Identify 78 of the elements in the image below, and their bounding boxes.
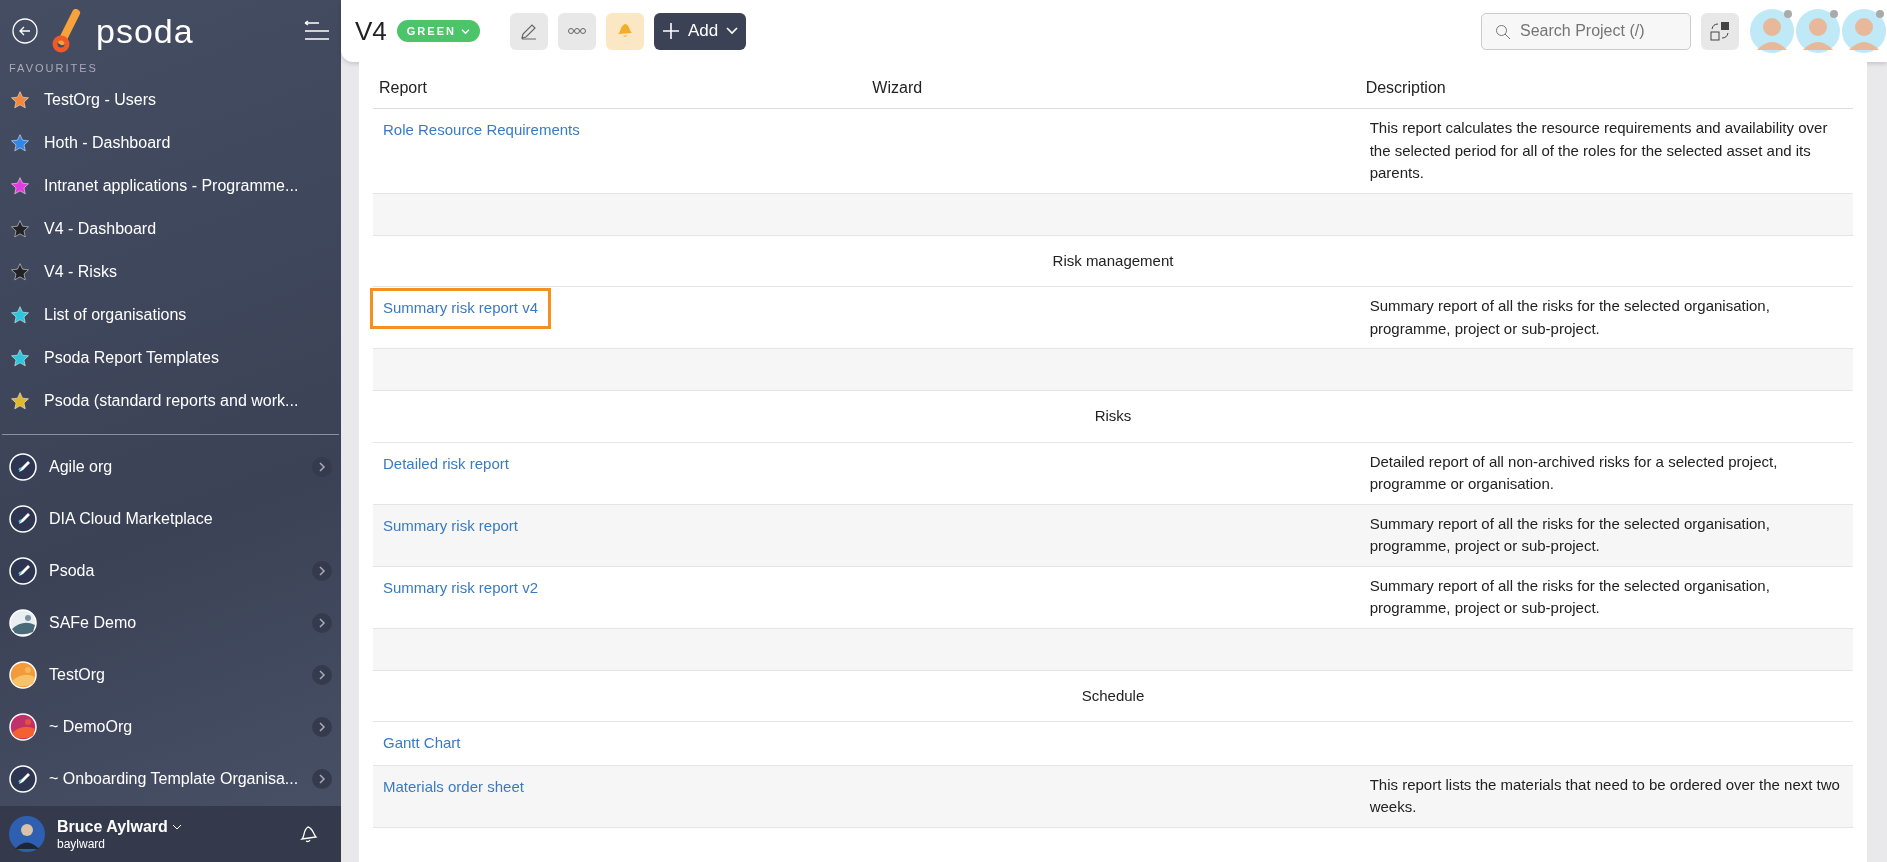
chevron-icon xyxy=(318,461,326,473)
favourite-link[interactable]: TestOrg - Users xyxy=(44,87,156,112)
expand-button[interactable] xyxy=(312,561,332,581)
report-link[interactable]: Detailed risk report xyxy=(383,450,509,477)
user-name[interactable]: Bruce Aylward xyxy=(57,816,183,837)
organisation-link[interactable]: SAFe Demo xyxy=(49,611,300,635)
brand-name: psoda xyxy=(96,10,194,52)
switch-icon xyxy=(1709,20,1731,42)
logo-icon xyxy=(52,9,82,53)
star-icon xyxy=(10,390,30,411)
search-field[interactable]: Search Project (/) xyxy=(1481,12,1691,50)
expand-button[interactable] xyxy=(312,613,332,633)
report-link[interactable]: Materials order sheet xyxy=(383,773,524,800)
avatar-icon[interactable] xyxy=(9,816,45,852)
more-icon xyxy=(567,27,587,35)
section-heading: Risks xyxy=(1094,407,1132,424)
chevron-icon xyxy=(318,773,326,785)
more-button[interactable] xyxy=(558,12,596,50)
star-icon xyxy=(10,347,30,368)
organisation-link[interactable]: ~ Onboarding Template Organisa... xyxy=(49,767,300,791)
report-description: Summary report of all the risks for the selected organisation, programme, project or sub-project. xyxy=(1369,576,1770,616)
report-link[interactable]: Summary risk report xyxy=(383,512,519,539)
star-icon xyxy=(10,304,30,325)
back-icon[interactable] xyxy=(12,18,38,44)
favourite-link[interactable]: Psoda Report Templates xyxy=(44,345,219,370)
report-link[interactable]: Summary risk report v2 xyxy=(383,574,539,601)
star-icon xyxy=(10,89,30,110)
caret-icon xyxy=(172,823,183,832)
report-description: Summary report of all the risks for the selected organisation, programme, project or sub-project. xyxy=(1369,297,1770,337)
plus-icon xyxy=(662,22,680,40)
edit-button[interactable] xyxy=(510,12,548,50)
switch-button[interactable] xyxy=(1701,12,1739,50)
organisation-link[interactable]: TestOrg xyxy=(49,663,300,687)
chevron-icon xyxy=(318,721,326,733)
star-icon xyxy=(10,132,30,153)
rocket-icon xyxy=(9,765,37,793)
organisation-link[interactable]: DIA Cloud Marketplace xyxy=(49,507,332,531)
expand-button[interactable] xyxy=(312,717,332,737)
organisation-link[interactable]: ~ DemoOrg xyxy=(49,715,300,739)
add-button[interactable]: Add xyxy=(654,12,747,50)
star-icon xyxy=(10,261,30,282)
caret-icon xyxy=(726,27,739,35)
rocket-icon xyxy=(9,505,37,533)
chevron-icon xyxy=(318,617,326,629)
favourite-link[interactable]: List of organisations xyxy=(44,302,187,327)
expand-button[interactable] xyxy=(312,769,332,789)
column-header: Description xyxy=(1359,62,1853,109)
column-header: Report xyxy=(373,62,867,109)
section-heading: Risk management xyxy=(1052,251,1174,269)
report-link[interactable]: Role Resource Requirements xyxy=(383,117,580,144)
section-heading: Schedule xyxy=(1081,686,1145,704)
organisation-link[interactable]: Psoda xyxy=(49,559,300,583)
report-description: Detailed report of all non-archived risks for a selected project, programme or organisation. xyxy=(1369,452,1778,492)
expand-button[interactable] xyxy=(312,457,332,477)
report-description: This report lists the materials that need to be ordered over the next two weeks. xyxy=(1369,775,1840,815)
favourite-link[interactable]: Psoda (standard reports and work... xyxy=(44,388,299,413)
report-description: Summary report of all the risks for the selected organisation, programme, project or sub-project. xyxy=(1369,514,1770,554)
username: baylward xyxy=(57,836,107,852)
rocket-icon xyxy=(9,453,37,481)
star-icon xyxy=(10,218,30,239)
report-description: This report calculates the resource requirements and availability over the selected period for all of the roles for the selected asset and its parents. xyxy=(1369,119,1828,181)
rocket-icon xyxy=(9,557,37,585)
favourite-link[interactable]: V4 - Risks xyxy=(44,259,117,284)
organisation-link[interactable]: Agile org xyxy=(49,455,300,479)
favourite-link[interactable]: Hoth - Dashboard xyxy=(44,130,171,155)
chevron-icon xyxy=(318,565,326,577)
star-icon xyxy=(10,175,30,196)
favourite-link[interactable]: V4 - Dashboard xyxy=(44,216,157,241)
caret-icon xyxy=(461,28,470,36)
project-title: V4 xyxy=(355,14,387,48)
column-header: Wizard xyxy=(866,62,1360,109)
chevron-icon xyxy=(318,669,326,681)
section-label: FAVOURITES xyxy=(8,62,99,74)
favourite-link[interactable]: Intranet applications - Programme... xyxy=(44,173,299,198)
report-link[interactable]: Gantt Chart xyxy=(383,730,461,757)
alert-button[interactable] xyxy=(606,12,644,50)
expand-button[interactable] xyxy=(312,665,332,685)
report-link[interactable]: Summary risk report v4 xyxy=(373,291,549,326)
